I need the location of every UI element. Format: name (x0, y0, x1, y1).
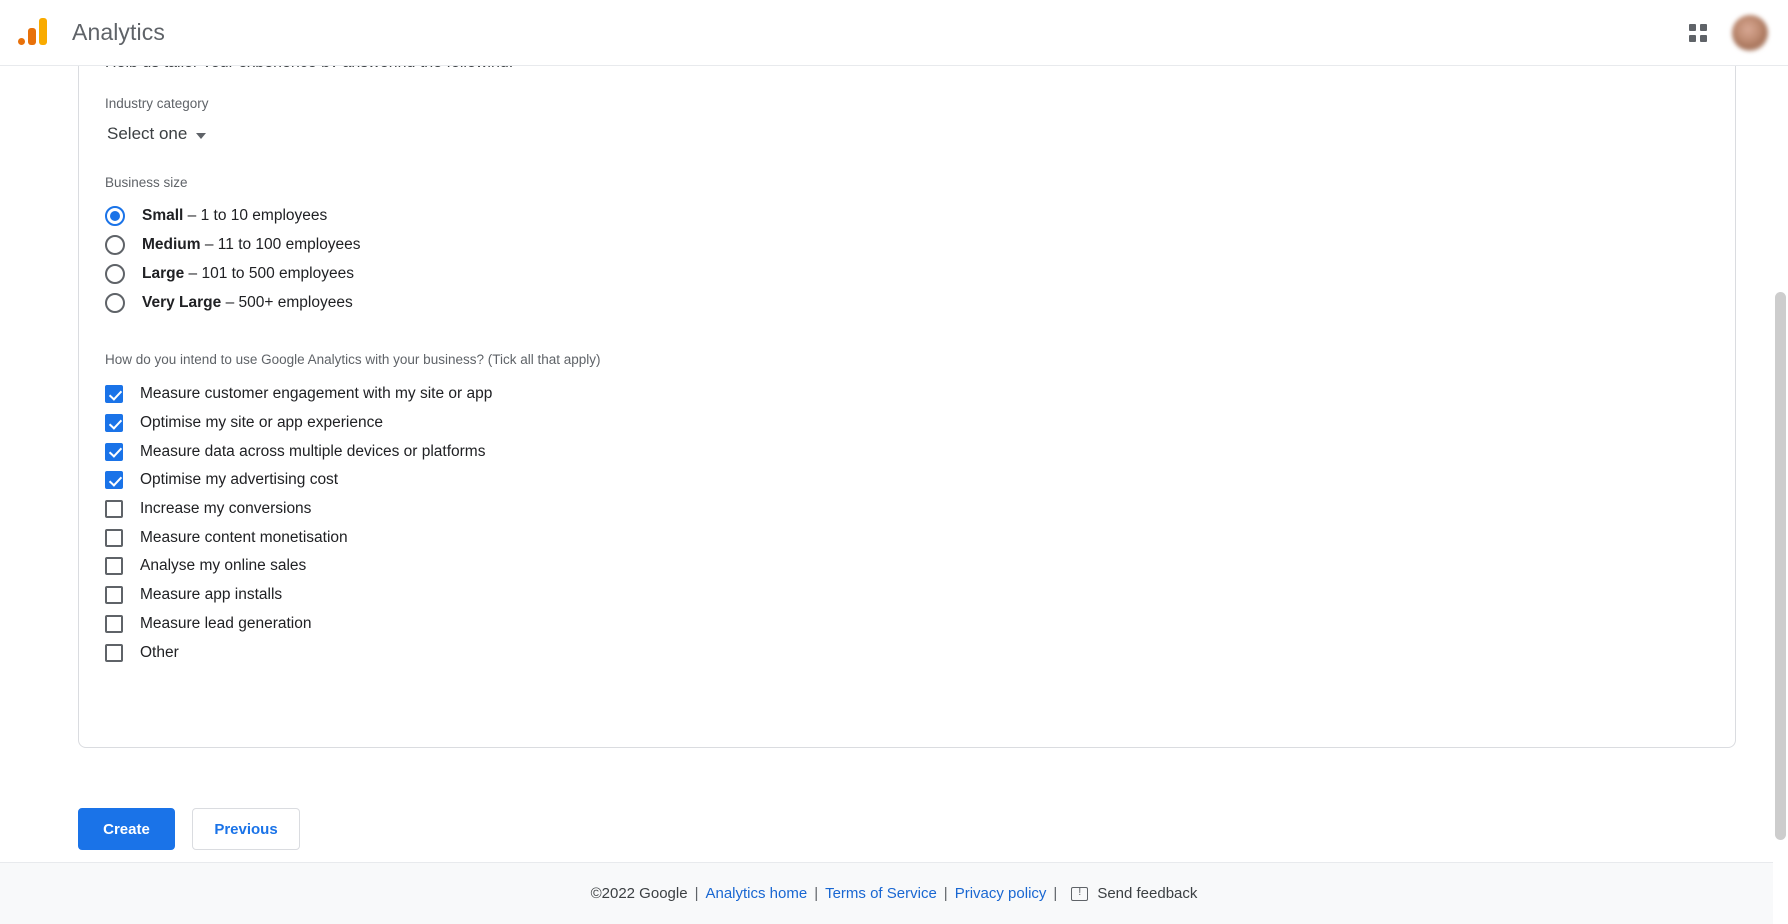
business-size-option-very-large[interactable]: Very Large – 500+ employees (105, 288, 1735, 317)
business-size-section: Business size Small – 1 to 10 employees M… (79, 174, 1735, 317)
business-size-option-label: Large – 101 to 500 employees (142, 264, 354, 282)
usage-checkbox-group: Measure customer engagement with my site… (105, 380, 1735, 667)
form-actions: Create Previous (78, 808, 300, 850)
analytics-home-link[interactable]: Analytics home (705, 885, 807, 902)
checkbox[interactable] (105, 471, 123, 490)
radio-button[interactable] (105, 234, 125, 255)
terms-of-service-link[interactable]: Terms of Service (825, 885, 937, 902)
usage-option-9[interactable]: Other (105, 638, 1735, 667)
business-size-radio-group: Small – 1 to 10 employees Medium – 11 to … (105, 201, 1735, 317)
copyright-text: ©2022 Google (590, 885, 688, 902)
radio-button[interactable] (105, 205, 125, 226)
usage-question: How do you intend to use Google Analytic… (105, 352, 601, 367)
privacy-policy-link[interactable]: Privacy policy (955, 885, 1047, 902)
checkbox[interactable] (105, 385, 123, 404)
usage-option-label: Optimise my advertising cost (140, 471, 339, 489)
radio-button[interactable] (105, 263, 125, 284)
checkbox[interactable] (105, 500, 123, 519)
business-size-option-label: Medium – 11 to 100 employees (142, 235, 361, 253)
send-feedback-label: Send feedback (1097, 885, 1198, 902)
business-size-option-name: Small (142, 206, 184, 224)
radio-button[interactable] (105, 292, 125, 313)
checkbox[interactable] (105, 586, 123, 605)
page-title: Analytics (72, 19, 165, 45)
business-size-option-name: Very Large (142, 293, 222, 311)
checkbox[interactable] (105, 414, 123, 433)
usage-option-label: Measure customer engagement with my site… (140, 385, 493, 403)
usage-section: How do you intend to use Google Analytic… (79, 351, 1735, 667)
footer-separator: | (694, 885, 699, 902)
usage-option-2[interactable]: Measure data across multiple devices or … (105, 437, 1735, 466)
footer-separator: | (1053, 885, 1058, 902)
business-size-option-medium[interactable]: Medium – 11 to 100 employees (105, 230, 1735, 259)
industry-category-section: Industry category Select one (79, 95, 1735, 146)
footer-separator: | (814, 885, 819, 902)
business-size-option-label: Very Large – 500+ employees (142, 293, 353, 311)
chevron-down-icon (196, 132, 207, 139)
usage-option-1[interactable]: Optimise my site or app experience (105, 409, 1735, 438)
industry-category-label: Industry category (105, 96, 209, 111)
checkbox[interactable] (105, 528, 123, 547)
business-size-label: Business size (105, 175, 188, 190)
usage-option-label: Optimise my site or app experience (140, 414, 383, 432)
usage-option-4[interactable]: Increase my conversions (105, 495, 1735, 524)
business-size-option-large[interactable]: Large – 101 to 500 employees (105, 259, 1735, 288)
page-scroll-region: Help us tailor your experience by answer… (0, 58, 1788, 924)
industry-category-select[interactable]: Select one (105, 122, 208, 146)
send-feedback-button[interactable]: Send feedback (1071, 885, 1197, 902)
vertical-scrollbar-thumb[interactable] (1775, 292, 1786, 840)
usage-option-0[interactable]: Measure customer engagement with my site… (105, 380, 1735, 409)
usage-option-label: Measure content monetisation (140, 528, 348, 546)
business-size-option-name: Medium (142, 235, 201, 253)
previous-button[interactable]: Previous (192, 808, 300, 850)
usage-option-label: Measure lead generation (140, 614, 312, 632)
checkbox[interactable] (105, 614, 123, 633)
brand[interactable]: Analytics (0, 16, 165, 50)
checkbox[interactable] (105, 643, 123, 662)
business-size-option-name: Large (142, 264, 185, 282)
google-analytics-logo (16, 16, 50, 50)
checkbox[interactable] (105, 557, 123, 576)
apps-grid-icon[interactable] (1678, 13, 1718, 53)
avatar[interactable] (1732, 14, 1768, 51)
usage-option-5[interactable]: Measure content monetisation (105, 523, 1735, 552)
create-button[interactable]: Create (78, 808, 175, 850)
business-size-option-label: Small – 1 to 10 employees (142, 206, 328, 224)
footer-separator: | (943, 885, 948, 902)
app-header: Analytics (0, 0, 1788, 66)
usage-option-7[interactable]: Measure app installs (105, 581, 1735, 610)
usage-option-label: Other (140, 643, 179, 661)
business-details-card: Help us tailor your experience by answer… (78, 58, 1736, 748)
usage-option-label: Increase my conversions (140, 500, 312, 518)
page-footer: ©2022 Google | Analytics home | Terms of… (0, 862, 1788, 924)
usage-option-3[interactable]: Optimise my advertising cost (105, 466, 1735, 495)
usage-option-8[interactable]: Measure lead generation (105, 610, 1735, 639)
usage-option-label: Measure data across multiple devices or … (140, 442, 486, 460)
business-size-option-small[interactable]: Small – 1 to 10 employees (105, 201, 1735, 230)
usage-option-label: Analyse my online sales (140, 557, 307, 575)
checkbox[interactable] (105, 442, 123, 461)
feedback-icon (1071, 885, 1089, 901)
usage-option-label: Measure app installs (140, 586, 283, 604)
industry-category-value: Select one (107, 124, 188, 143)
usage-option-6[interactable]: Analyse my online sales (105, 552, 1735, 581)
header-actions (1678, 13, 1788, 53)
